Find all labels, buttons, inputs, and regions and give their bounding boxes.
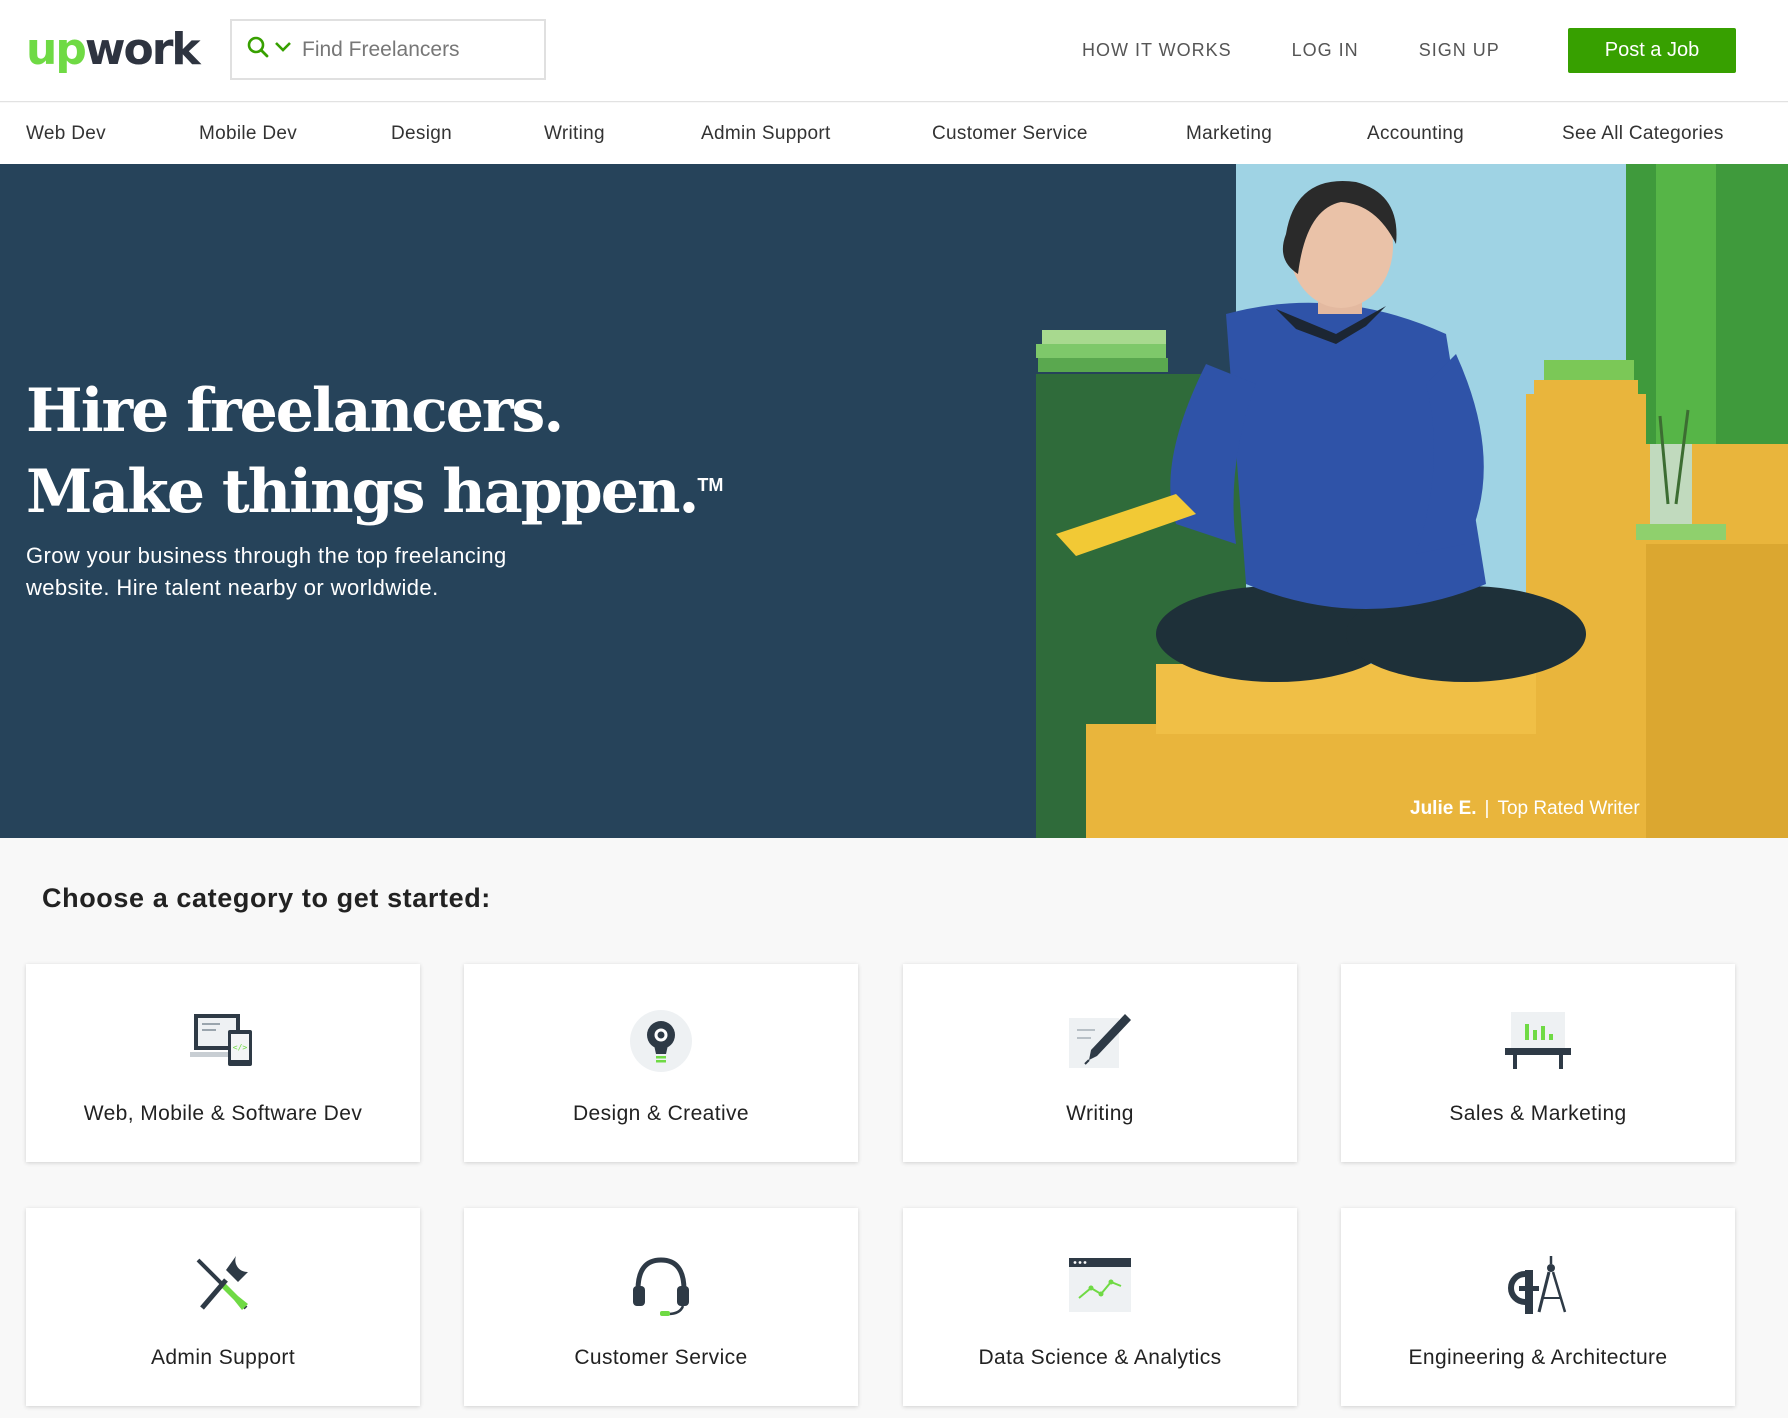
search-type-toggle[interactable]: [232, 35, 292, 64]
catnav-writing[interactable]: Writing: [544, 123, 605, 145]
trademark-mark: TM: [697, 475, 724, 495]
catnav-admin-support[interactable]: Admin Support: [701, 123, 831, 145]
catnav-marketing[interactable]: Marketing: [1186, 123, 1272, 145]
category-card-sales-marketing[interactable]: Sales & Marketing: [1341, 964, 1735, 1162]
category-card-customer-service[interactable]: Customer Service: [464, 1208, 858, 1406]
category-card-admin-support[interactable]: Admin Support: [26, 1208, 420, 1406]
category-section-title: Choose a category to get started:: [42, 883, 491, 913]
post-a-job-button[interactable]: Post a Job: [1568, 28, 1736, 73]
compass-ruler-icon: [1508, 1256, 1567, 1314]
category-label: Web, Mobile & Software Dev: [83, 1102, 363, 1125]
catnav-see-all-categories[interactable]: See All Categories: [1562, 123, 1724, 145]
category-card-design-creative[interactable]: Design & Creative: [464, 964, 858, 1162]
chevron-down-icon: [274, 40, 292, 59]
catnav-web-dev[interactable]: Web Dev: [26, 123, 106, 145]
log-in-link[interactable]: LOG IN: [1292, 40, 1359, 61]
hero-photo: [1036, 164, 1788, 838]
hero-subtitle: Grow your business through the top freel…: [26, 543, 507, 600]
search-icon: [246, 35, 270, 64]
category-card-web-mobile-software-dev[interactable]: </> Web, Mobile & Software Dev: [26, 964, 420, 1162]
svg-text:</>: </>: [233, 1043, 248, 1052]
how-it-works-link[interactable]: HOW IT WORKS: [1082, 40, 1232, 61]
category-label: Admin Support: [150, 1346, 296, 1369]
hero-headline: Hire freelancers. Make things happen.TM: [26, 374, 723, 529]
category-nav: Web Dev Mobile Dev Design Writing Admin …: [0, 103, 1788, 164]
catnav-design[interactable]: Design: [391, 123, 452, 145]
logo-work: work: [84, 24, 201, 75]
top-header: upwork HOW IT WORKS LOG IN SIGN UP Post …: [0, 0, 1788, 102]
presentation-chart-icon: [1505, 1012, 1571, 1069]
search-box[interactable]: [230, 19, 546, 80]
hero-caption: Julie E. | Top Rated Writer: [1410, 798, 1640, 820]
catnav-accounting[interactable]: Accounting: [1367, 123, 1464, 145]
catnav-mobile-dev[interactable]: Mobile Dev: [199, 123, 297, 145]
category-label: Writing: [1066, 1102, 1134, 1125]
header-nav: HOW IT WORKS LOG IN SIGN UP: [1082, 40, 1560, 61]
upwork-logo[interactable]: upwork: [26, 24, 201, 76]
category-label: Engineering & Architecture: [1408, 1346, 1668, 1369]
category-label: Data Science & Analytics: [978, 1346, 1222, 1369]
analytics-window-icon: [1069, 1258, 1131, 1312]
logo-up: up: [26, 24, 87, 75]
hero-headline-line1: Hire freelancers.: [26, 376, 564, 446]
category-card-data-science-analytics[interactable]: Data Science & Analytics: [903, 1208, 1297, 1406]
caption-separator: |: [1484, 798, 1490, 819]
caption-role: Top Rated Writer: [1497, 798, 1640, 819]
category-label: Design & Creative: [572, 1102, 750, 1125]
devices-icon: </>: [190, 1014, 252, 1066]
tools-icon: [196, 1256, 248, 1310]
catnav-customer-service[interactable]: Customer Service: [932, 123, 1088, 145]
category-label: Sales & Marketing: [1449, 1102, 1627, 1125]
sign-up-link[interactable]: SIGN UP: [1419, 40, 1500, 61]
category-label: Customer Service: [574, 1346, 748, 1369]
headset-icon: [633, 1257, 689, 1316]
hero-headline-line2: Make things happen.: [26, 457, 699, 527]
search-input[interactable]: [292, 37, 522, 62]
pen-icon: [1069, 1014, 1131, 1068]
category-card-engineering-architecture[interactable]: Engineering & Architecture: [1341, 1208, 1735, 1406]
caption-name: Julie E.: [1410, 798, 1477, 819]
hero-banner: Hire freelancers. Make things happen.TM …: [0, 164, 1788, 838]
category-card-writing[interactable]: Writing: [903, 964, 1297, 1162]
lightbulb-icon: [630, 1010, 692, 1072]
